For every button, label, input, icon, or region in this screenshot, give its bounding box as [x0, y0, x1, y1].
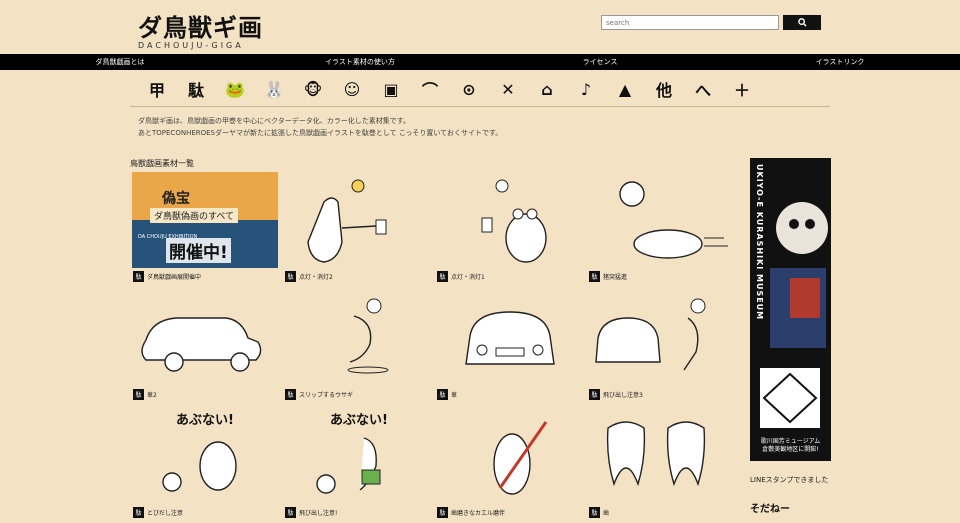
plus-icon[interactable]: ＋ — [727, 76, 757, 102]
card-label: 車2 — [147, 392, 157, 399]
card-label: 歯磨きなカエル磨伴 — [451, 510, 506, 517]
card-car[interactable]: 駄車 — [434, 288, 584, 405]
exhibit-text-1: 偽宝 — [162, 191, 190, 207]
frog-switch-illustration — [481, 179, 547, 263]
main-nav: ダ鳥獣戯画とは イラスト素材の使い方 ライセンス イラストリンク — [0, 54, 960, 70]
da-badge: 駄 — [589, 507, 600, 518]
line-sticker-preview[interactable]: そだねー — [750, 500, 790, 515]
he-icon[interactable]: へ — [688, 76, 718, 102]
frog-toothbrush-illustration — [493, 421, 548, 495]
card-run-out[interactable]: あぶない! 駄とびだし注意 — [130, 406, 280, 523]
monkey-icon[interactable]: 🐵 — [298, 76, 328, 102]
house-icon[interactable]: ⌂ — [532, 76, 562, 102]
search-icon — [797, 18, 807, 27]
smile-face-icon[interactable]: ☺ — [337, 76, 367, 102]
card-light-switch-2[interactable]: 駄点灯・消灯2 — [282, 170, 432, 287]
nav-about[interactable]: ダ鳥獣戯画とは — [0, 54, 240, 70]
card-label: スリップするウサギ — [299, 392, 354, 399]
card-jump-out-3[interactable]: 駄飛び出し注意3 — [586, 288, 736, 405]
search-button[interactable] — [783, 15, 821, 30]
card-light-switch-1[interactable]: 駄点灯・消灯1 — [434, 170, 584, 287]
svg-text:あぶない!: あぶない! — [176, 413, 234, 428]
crossed-swords-icon[interactable]: ✕ — [493, 76, 523, 102]
music-note-icon[interactable]: ♪ — [571, 76, 601, 102]
card-tooth-brush-frog[interactable]: 駄歯磨きなカエル磨伴 — [434, 406, 584, 523]
card-teeth[interactable]: 駄歯 — [586, 406, 736, 523]
exhibition-banner: 偽宝 ダ鳥獣偽画のすべて DA CHOUJU EXHIBITION 開催中! — [132, 172, 278, 268]
card-label: とびだし注意 — [147, 510, 184, 517]
ball-icon[interactable]: ⊙ — [454, 76, 484, 102]
intro-text: ダ鳥獣ギ画は、鳥獣戯画の甲巻を中心にベクターデータ化、カラー化した素材集です。 … — [138, 115, 502, 139]
da-badge: 駄 — [285, 389, 296, 400]
kou-category-icon[interactable]: 甲 — [142, 76, 172, 102]
da-badge: 駄 — [133, 271, 144, 282]
search-bar — [601, 15, 821, 30]
car-rabbit-illustration — [595, 298, 706, 371]
search-input[interactable] — [601, 15, 779, 30]
other-category-icon[interactable]: 他 — [649, 76, 679, 102]
frog-icon[interactable]: 🐸 — [220, 76, 250, 102]
da-badge: 駄 — [437, 507, 448, 518]
nav-howto[interactable]: イラスト素材の使い方 — [240, 54, 480, 70]
card-label: 点灯・消灯1 — [451, 274, 485, 281]
da-badge: 駄 — [437, 271, 448, 282]
da-badge: 駄 — [285, 507, 296, 518]
intro-line-2: あとTOPECONHEROESダーヤマが新たに拡張した鳥獣戯画イラストを駄巻とし… — [138, 129, 503, 137]
svg-text:あぶない!: あぶない! — [330, 413, 388, 428]
boar-illustration — [619, 181, 728, 259]
site-logo[interactable]: ダ鳥獣ギ画 DACHOUJU-GIGA — [138, 8, 263, 50]
card-label: 飛び出し注意! — [299, 510, 338, 517]
card-label: 歯 — [603, 510, 610, 517]
da-category-icon[interactable]: 駄 — [181, 76, 211, 102]
rabbit-icon[interactable]: 🐰 — [259, 76, 289, 102]
banner-caption: 歌川国芳ミュージアム 倉敷美観地区に開館! — [760, 438, 821, 453]
card-label: 点灯・消灯2 — [299, 274, 333, 281]
exhibit-text-4: 開催中! — [166, 238, 231, 263]
divider — [130, 106, 830, 107]
card-jump-out-warning[interactable]: あぶない! 駄飛び出し注意! — [282, 406, 432, 523]
banner-vertical-text: UKIYO-E KURASHIKI MUSEUM — [755, 164, 764, 321]
card-car-2[interactable]: 駄車2 — [130, 288, 280, 405]
rabbit-soccer-illustration: あぶない! — [316, 413, 388, 494]
card-label: 猪突猛進 — [603, 274, 628, 281]
car-side-illustration — [141, 317, 262, 372]
nav-links[interactable]: イラストリンク — [720, 54, 960, 70]
card-label: ダ鳥獣戯画展開催中 — [147, 274, 202, 281]
mountain-icon[interactable]: ▲ — [610, 76, 640, 102]
da-badge: 駄 — [133, 507, 144, 518]
card-exhibition[interactable]: 偽宝 ダ鳥獣偽画のすべて DA CHOUJU EXHIBITION 開催中! 駄… — [130, 170, 280, 287]
category-icon-row: 甲駄 🐸 🐰 🐵 ☺ ▣ ⌒ ⊙ ✕ ⌂ ♪ ▲ 他へ ＋ — [142, 76, 757, 102]
rabbit-switch-illustration — [307, 179, 387, 263]
line-stamp-text[interactable]: LINEスタンプできました — [750, 474, 832, 486]
da-badge: 駄 — [437, 389, 448, 400]
card-boar-rush[interactable]: 駄猪突猛進 — [586, 170, 736, 287]
card-slipping-rabbit[interactable]: 駄スリップするウサギ — [282, 288, 432, 405]
card-label: 飛び出し注意3 — [603, 392, 643, 399]
da-badge: 駄 — [133, 389, 144, 400]
slipping-rabbit-illustration — [347, 298, 389, 374]
teeth-illustration — [606, 421, 706, 487]
da-badge: 駄 — [285, 271, 296, 282]
bag-icon[interactable]: ▣ — [376, 76, 406, 102]
exhibit-text-2: ダ鳥獣偽画のすべて — [150, 208, 239, 223]
logo-title: ダ鳥獣ギ画 — [138, 13, 263, 42]
onsen-icon[interactable]: ⌒ — [415, 76, 445, 102]
section-title: 鳥獣戯画素材一覧 — [130, 159, 194, 168]
car-front-illustration — [465, 311, 555, 365]
frog-soccer-illustration: あぶない! — [162, 413, 237, 492]
nav-license[interactable]: ライセンス — [480, 54, 720, 70]
card-label: 車 — [451, 392, 458, 399]
museum-banner[interactable]: UKIYO-E KURASHIKI MUSEUM 歌川国芳ミュージアム 倉敷美観… — [750, 158, 831, 461]
da-badge: 駄 — [589, 389, 600, 400]
da-badge: 駄 — [589, 271, 600, 282]
intro-line-1: ダ鳥獣ギ画は、鳥獣戯画の甲巻を中心にベクターデータ化、カラー化した素材集です。 — [138, 117, 411, 125]
